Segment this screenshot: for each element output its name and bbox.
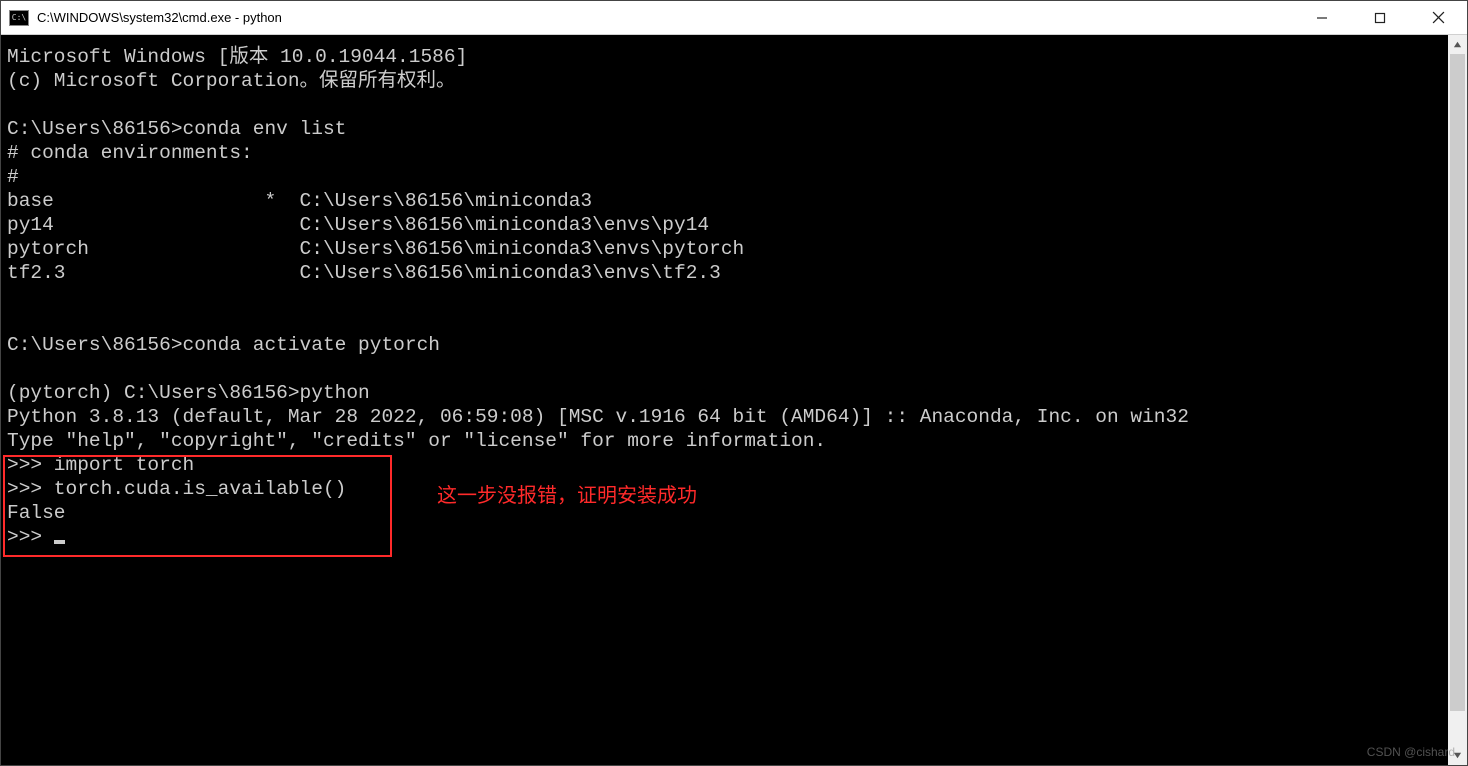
maximize-icon [1374,12,1386,24]
close-icon [1432,11,1445,24]
scroll-up-button[interactable] [1448,35,1467,54]
maximize-button[interactable] [1351,1,1409,34]
chevron-up-icon [1453,40,1462,49]
scroll-track[interactable] [1448,54,1467,746]
terminal-cursor [54,540,65,544]
window-title: C:\WINDOWS\system32\cmd.exe - python [37,10,282,25]
close-button[interactable] [1409,1,1467,34]
vertical-scrollbar[interactable] [1448,35,1467,765]
cmd-icon: C:\ [9,10,29,26]
terminal-area[interactable]: Microsoft Windows [版本 10.0.19044.1586] (… [1,35,1467,765]
minimize-button[interactable] [1293,1,1351,34]
app-window: C:\ C:\WINDOWS\system32\cmd.exe - python… [0,0,1468,766]
terminal-content[interactable]: Microsoft Windows [版本 10.0.19044.1586] (… [1,35,1448,765]
scroll-thumb[interactable] [1450,54,1465,711]
minimize-icon [1316,12,1328,24]
titlebar[interactable]: C:\ C:\WINDOWS\system32\cmd.exe - python [1,1,1467,35]
watermark: CSDN @cishard [1367,745,1455,759]
window-controls [1293,1,1467,34]
